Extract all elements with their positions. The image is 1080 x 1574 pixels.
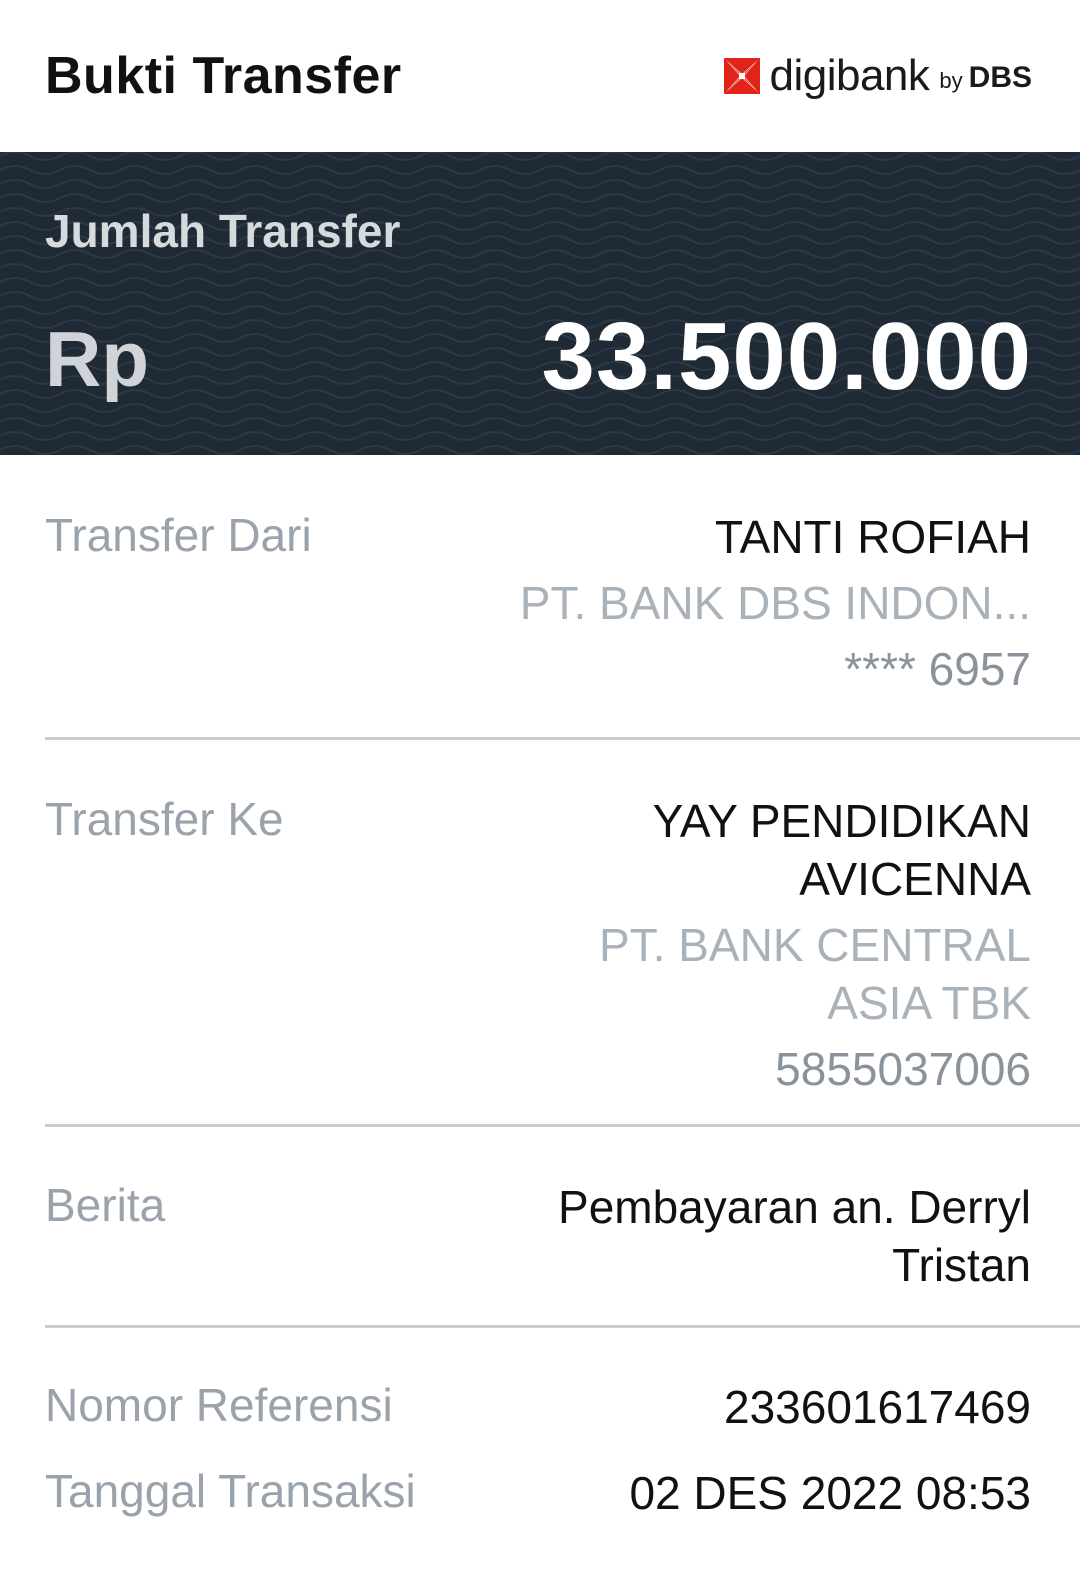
page-title: Bukti Transfer: [45, 47, 402, 105]
message-line1: Pembayaran an. Derryl: [558, 1181, 1031, 1233]
reference-label: Nomor Referensi: [45, 1379, 393, 1431]
transaction-date-label: Tanggal Transaksi: [45, 1465, 416, 1517]
sender-bank: PT. BANK DBS INDON...: [519, 577, 1031, 629]
transfer-from-details: TANTI ROFIAH PT. BANK DBS INDON... **** …: [520, 508, 1031, 698]
recipient-account: 5855037006: [775, 1043, 1031, 1095]
reference-number: 233601617469: [724, 1381, 1031, 1433]
wave-line: [0, 193, 1080, 203]
message-section: Berita Pembayaran an. Derryl Tristan: [45, 1178, 1080, 1308]
transfer-amount: 33.500.000: [541, 303, 1032, 410]
wave-line: [0, 165, 1080, 175]
wave-line: [0, 417, 1080, 427]
amount-label: Jumlah Transfer: [45, 205, 401, 257]
sender-name: TANTI ROFIAH: [714, 511, 1031, 563]
transfer-from-label: Transfer Dari: [45, 509, 312, 561]
transfer-to-details: YAY PENDIDIKAN AVICENNA PT. BANK CENTRAL…: [599, 792, 1031, 1098]
wave-line: [0, 431, 1080, 441]
receipt-header: Bukti Transfer digibank by DBS: [0, 0, 1080, 152]
recipient-name-line2: AVICENNA: [799, 853, 1031, 905]
message-label: Berita: [45, 1179, 166, 1231]
brand-name: digibank: [769, 51, 930, 100]
wave-line: [0, 179, 1080, 189]
brand-dbs: DBS: [968, 61, 1032, 94]
currency-symbol: Rp: [45, 315, 149, 403]
transfer-from-section: Transfer Dari TANTI ROFIAH PT. BANK DBS …: [45, 508, 1080, 708]
divider: [45, 737, 1080, 740]
divider: [45, 1325, 1080, 1328]
divider: [45, 1124, 1080, 1127]
wave-line: [0, 263, 1080, 273]
transaction-date: 02 DES 2022 08:53: [629, 1467, 1031, 1519]
amount-banner: Jumlah Transfer Rp 33.500.000: [0, 152, 1080, 455]
sender-account: **** 6957: [844, 643, 1031, 695]
wave-line: [0, 152, 1080, 161]
wave-line: [0, 277, 1080, 287]
transaction-date-section: Tanggal Transaksi 02 DES 2022 08:53: [45, 1464, 1080, 1524]
recipient-bank-line1: PT. BANK CENTRAL: [599, 919, 1031, 971]
transfer-to-section: Transfer Ke YAY PENDIDIKAN AVICENNA PT. …: [45, 792, 1080, 1102]
recipient-bank-line2: ASIA TBK: [827, 977, 1031, 1029]
reference-section: Nomor Referensi 233601617469: [45, 1378, 1080, 1438]
wave-line: [0, 445, 1080, 455]
wave-line: [0, 291, 1080, 301]
recipient-name-line1: YAY PENDIDIKAN: [652, 795, 1031, 847]
dbs-logo-icon: [723, 58, 760, 94]
brand-by: by: [939, 68, 963, 93]
message-line2: Tristan: [892, 1239, 1031, 1291]
message-details: Pembayaran an. Derryl Tristan: [558, 1178, 1031, 1294]
transfer-to-label: Transfer Ke: [45, 793, 284, 845]
digibank-logo: digibank by DBS: [720, 51, 1032, 101]
